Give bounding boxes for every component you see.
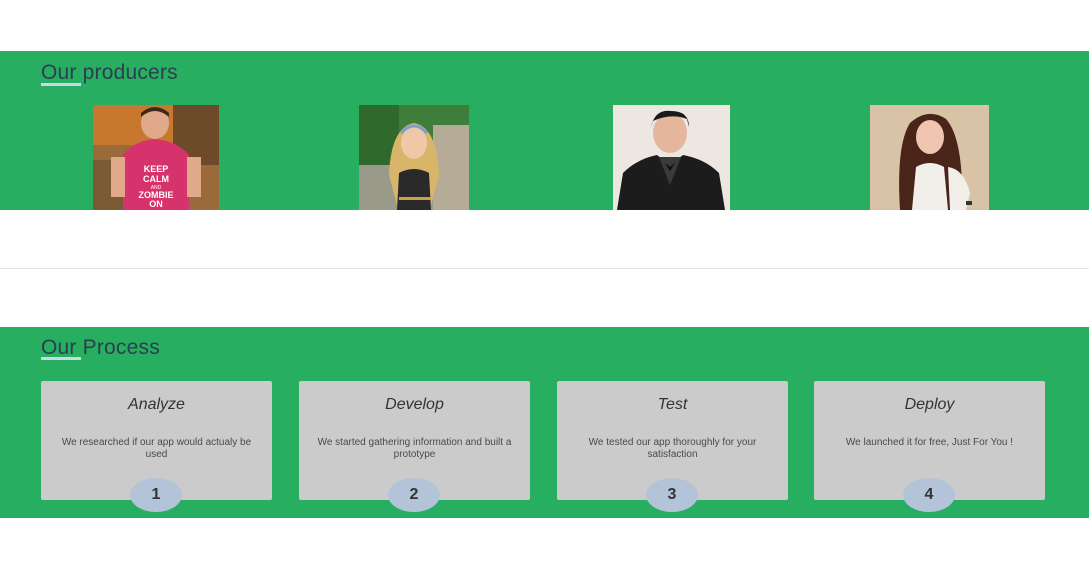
step-number-badge: 1 [130, 478, 182, 512]
process-card-title: Analyze [128, 396, 185, 413]
producer-photo-2-image [359, 105, 469, 210]
section-divider [0, 268, 1089, 269]
producer-photo-4-image [870, 105, 989, 210]
step-number-badge: 2 [388, 478, 440, 512]
step-number-badge: 3 [646, 478, 698, 512]
process-heading-underline [41, 357, 81, 360]
shirt-text-line-1: KEEP [144, 164, 169, 174]
process-card-deploy: Deploy We launched it for free, Just For… [814, 381, 1045, 512]
producers-heading-underline [41, 83, 81, 86]
producers-heading: Our producers [41, 61, 178, 84]
producer-photo-3-image [613, 105, 730, 210]
process-card-description: We researched if our app would actualy b… [61, 437, 252, 460]
process-card-description: We launched it for free, Just For You ! [845, 437, 1014, 448]
process-card-title: Develop [385, 396, 444, 413]
producer-photo-1-image: KEEP CALM AND ZOMBIE ON [93, 105, 219, 210]
producers-section: Our producers KEEP CALM AND ZOMBIE ON [0, 51, 1089, 210]
producer-photo-1: KEEP CALM AND ZOMBIE ON [93, 105, 219, 210]
process-card-test: Test We tested our app thoroughly for yo… [557, 381, 788, 512]
process-card-description: We started gathering information and bui… [317, 437, 512, 460]
process-section: Our Process Analyze We researched if our… [0, 327, 1089, 518]
shirt-text-line-5: ON [149, 199, 163, 209]
process-card-develop: Develop We started gathering information… [299, 381, 530, 512]
process-card-analyze: Analyze We researched if our app would a… [41, 381, 272, 512]
process-card-description: We tested our app thoroughly for your sa… [588, 437, 757, 460]
process-card-title: Deploy [904, 396, 955, 413]
producer-photo-4 [870, 105, 989, 210]
process-card-title: Test [657, 396, 688, 413]
producer-photo-2 [359, 105, 469, 210]
step-number-badge: 4 [903, 478, 955, 512]
producer-photo-3 [613, 105, 730, 210]
shirt-text-line-2: CALM [143, 174, 169, 184]
